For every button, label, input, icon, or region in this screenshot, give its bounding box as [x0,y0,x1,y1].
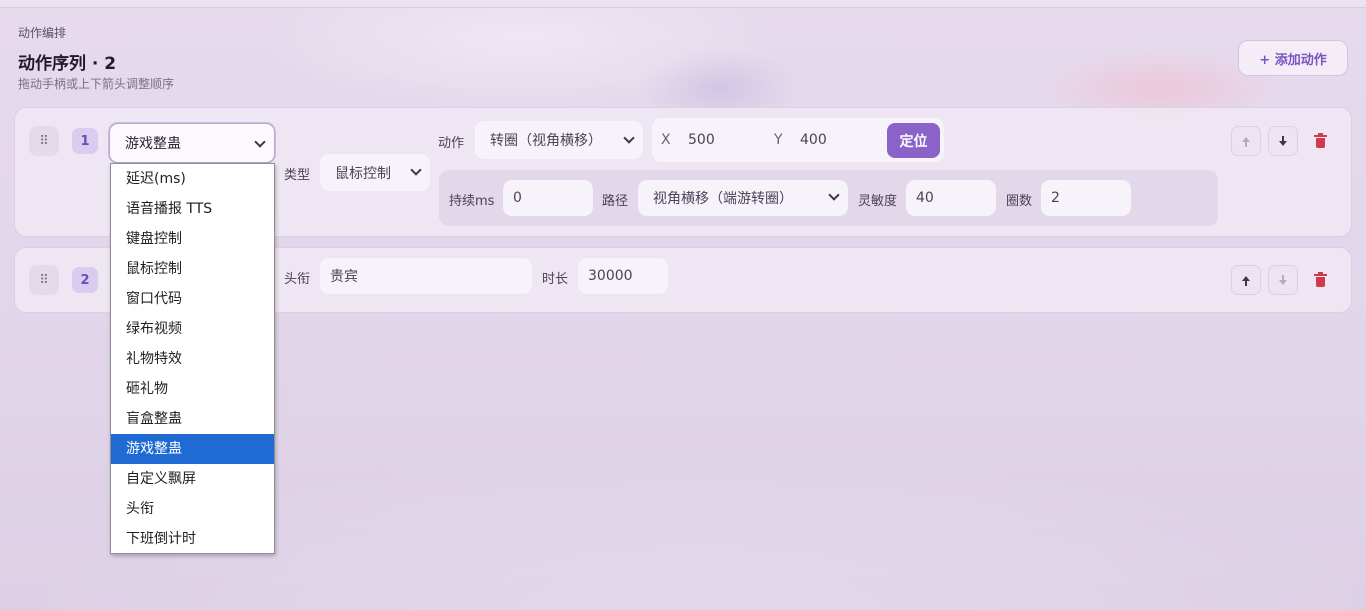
duration-input[interactable]: 0 [503,180,593,216]
move-up-button[interactable] [1231,265,1261,295]
dropdown-option[interactable]: 下班倒计时 [111,524,274,553]
row-index-badge: 2 [72,267,98,293]
dropdown-option[interactable]: 游戏整蛊 [111,434,274,464]
title-label: 头衔 [284,272,311,287]
sensitivity-label: 灵敏度 [858,194,898,209]
action-label: 动作 [438,136,465,151]
dropdown-option[interactable]: 礼物特效 [111,344,274,374]
action-select[interactable]: 转圈（视角横移） [475,121,643,159]
page-title: 动作序列 · 2 [18,54,117,74]
y-label: Y [774,132,783,148]
chevron-down-icon [410,164,422,176]
dropdown-option[interactable]: 键盘控制 [111,224,274,254]
arrow-down-icon [1279,274,1287,285]
chevron-down-icon [254,136,266,148]
move-up-button[interactable] [1231,126,1261,156]
dropdown-option[interactable]: 语音播报 TTS [111,194,274,224]
dropdown-option[interactable]: 头衔 [111,494,274,524]
title-input[interactable]: 贵宾 [320,258,532,294]
dropdown-option[interactable]: 砸礼物 [111,374,274,404]
y-input[interactable]: 400 [800,132,827,148]
delete-button[interactable] [1305,265,1335,295]
x-label: X [661,132,671,148]
laps-label: 圈数 [1006,194,1033,209]
path-select-value: 视角横移（端游转圈） [653,191,793,207]
duration-label: 时长 [542,272,569,287]
dropdown-option[interactable]: 窗口代码 [111,284,274,314]
arrow-up-icon [1242,275,1250,286]
laps-input[interactable]: 2 [1041,180,1131,216]
path-select[interactable]: 视角横移（端游转圈） [638,180,848,216]
trash-icon [1313,271,1327,287]
dropdown-option[interactable]: 鼠标控制 [111,254,274,284]
dropdown-option[interactable]: 自定义飘屏 [111,464,274,494]
page-subtitle: 拖动手柄或上下箭头调整顺序 [18,77,175,91]
chevron-down-icon [828,189,840,201]
arrow-up-icon [1242,136,1250,147]
locate-button[interactable]: 定位 [887,123,940,158]
row-index-badge: 1 [72,128,98,154]
path-label: 路径 [602,194,629,209]
kind-select-value: 鼠标控制 [335,165,391,182]
section-eyebrow: 动作编排 [18,26,67,40]
kind-select[interactable]: 鼠标控制 [320,154,430,191]
drag-handle-icon[interactable]: ⠿ [29,126,59,156]
action-type-value: 游戏整蛊 [125,136,181,152]
dropdown-option[interactable]: 绿布视频 [111,314,274,344]
x-input[interactable]: 500 [688,132,715,148]
action-type-dropdown[interactable]: 延迟(ms) 语音播报 TTS 键盘控制 鼠标控制 窗口代码 绿布视频 礼物特效 砸礼物 盲盒整… [110,163,275,554]
move-down-button[interactable] [1268,265,1298,295]
drag-handle-icon[interactable]: ⠿ [29,265,59,295]
duration-input[interactable]: 30000 [578,258,668,294]
sensitivity-input[interactable]: 40 [906,180,996,216]
kind-label: 类型 [284,168,311,183]
add-action-button[interactable]: + 添加动作 [1238,40,1348,76]
action-select-value: 转圈（视角横移） [490,133,602,149]
duration-label: 持续ms [449,194,495,209]
action-type-select[interactable]: 游戏整蛊 [109,123,275,163]
top-bar [0,0,1366,8]
dropdown-option[interactable]: 延迟(ms) [111,164,274,194]
move-down-button[interactable] [1268,126,1298,156]
arrow-down-icon [1279,135,1287,146]
trash-icon [1313,132,1327,148]
delete-button[interactable] [1305,126,1335,156]
chevron-down-icon [623,132,635,144]
dropdown-option[interactable]: 盲盒整蛊 [111,404,274,434]
